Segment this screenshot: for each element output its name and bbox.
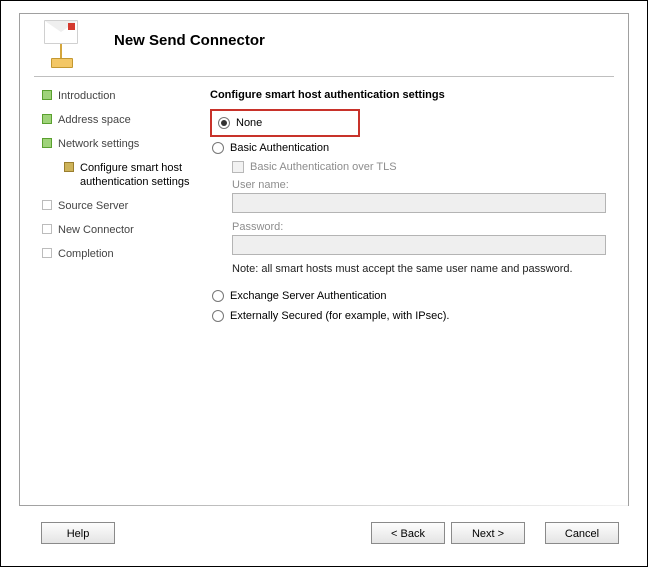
sidebar-item-label: Network settings [58, 137, 199, 151]
radio-none-label: None [236, 117, 262, 129]
wizard-dialog: New Send Connector Introduction Address … [0, 0, 648, 567]
password-field [232, 235, 606, 255]
sidebar-item-label: Source Server [58, 199, 199, 213]
radio-externally-secured[interactable] [212, 310, 224, 322]
password-label: Password: [232, 221, 614, 233]
section-title: Configure smart host authentication sett… [210, 89, 614, 101]
sidebar-item-label: Address space [58, 113, 199, 127]
connector-icon [44, 20, 84, 52]
radio-none[interactable] [218, 117, 230, 129]
pending-step-icon [42, 248, 52, 258]
help-button[interactable]: Help [41, 522, 115, 544]
option-tls-row: Basic Authentication over TLS [232, 161, 614, 173]
option-ipsec-row[interactable]: Externally Secured (for example, with IP… [212, 307, 614, 325]
highlight-box: None [210, 109, 360, 137]
wizard-footer: Help < Back Next > Cancel [1, 506, 647, 566]
wizard-content: Configure smart host authentication sett… [210, 89, 614, 496]
sidebar-item-configure-smart-host-auth[interactable]: Configure smart host authentication sett… [64, 161, 195, 189]
username-label: User name: [232, 179, 614, 191]
sidebar-item-introduction[interactable]: Introduction [42, 89, 199, 103]
pending-step-icon [42, 224, 52, 234]
pending-step-icon [42, 200, 52, 210]
header-divider [34, 76, 614, 77]
sidebar-item-completion[interactable]: Completion [42, 247, 199, 261]
check-icon [42, 90, 52, 100]
radio-externally-secured-label: Externally Secured (for example, with IP… [230, 310, 449, 322]
sidebar-item-source-server[interactable]: Source Server [42, 199, 199, 213]
radio-exchange-auth[interactable] [212, 290, 224, 302]
check-icon [42, 114, 52, 124]
option-basic-row[interactable]: Basic Authentication [212, 139, 614, 157]
back-button[interactable]: < Back [371, 522, 445, 544]
page-title: New Send Connector [114, 32, 265, 49]
radio-exchange-auth-label: Exchange Server Authentication [230, 290, 387, 302]
sidebar-item-network-settings[interactable]: Network settings [42, 137, 199, 151]
wizard-steps-sidebar: Introduction Address space Network setti… [34, 89, 199, 496]
wizard-header: New Send Connector [20, 14, 628, 74]
wizard-panel: New Send Connector Introduction Address … [19, 13, 629, 506]
cancel-button[interactable]: Cancel [545, 522, 619, 544]
checkbox-basic-auth-tls [232, 161, 244, 173]
current-step-icon [64, 162, 74, 172]
radio-basic-auth[interactable] [212, 142, 224, 154]
sidebar-item-new-connector[interactable]: New Connector [42, 223, 199, 237]
sidebar-item-label: New Connector [58, 223, 199, 237]
check-icon [42, 138, 52, 148]
smart-host-note: Note: all smart hosts must accept the sa… [232, 263, 614, 275]
radio-basic-auth-label: Basic Authentication [230, 142, 329, 154]
option-none-row[interactable]: None [218, 114, 354, 132]
option-exchange-row[interactable]: Exchange Server Authentication [212, 287, 614, 305]
next-button[interactable]: Next > [451, 522, 525, 544]
sidebar-item-address-space[interactable]: Address space [42, 113, 199, 127]
sidebar-item-label: Completion [58, 247, 199, 261]
username-field [232, 193, 606, 213]
checkbox-basic-auth-tls-label: Basic Authentication over TLS [250, 161, 397, 173]
sidebar-item-label: Introduction [58, 89, 199, 103]
sidebar-item-label: Configure smart host authentication sett… [80, 161, 195, 189]
